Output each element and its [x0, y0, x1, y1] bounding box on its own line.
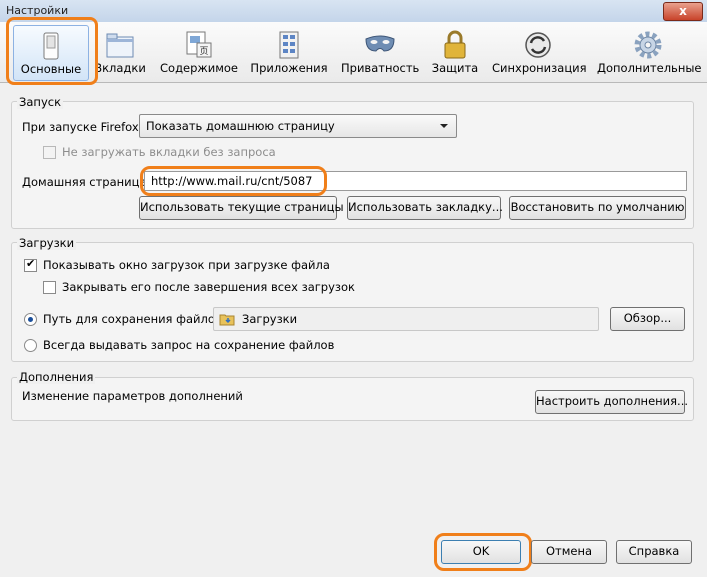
tab-security[interactable]: Защита: [431, 25, 479, 79]
tab-tabs[interactable]: Вкладки: [93, 25, 147, 79]
tab-label: Синхронизация: [492, 61, 587, 75]
tab-advanced[interactable]: Дополнительные: [597, 25, 702, 79]
save-path-radio[interactable]: [24, 313, 37, 326]
addons-group-label: Дополнения: [17, 370, 96, 384]
save-path-label: Путь для сохранения файлов: [43, 312, 222, 326]
tab-label: Дополнительные: [597, 61, 702, 75]
always-ask-label: Всегда выдавать запрос на сохранение фай…: [43, 338, 335, 352]
sync-icon: [525, 32, 551, 58]
use-bookmark-button[interactable]: Использовать закладку...: [347, 196, 503, 220]
tab-privacy[interactable]: Приватность: [341, 25, 419, 79]
tab-applications[interactable]: Приложения: [250, 25, 328, 79]
tab-label: Вкладки: [94, 61, 146, 75]
folder-icon: [219, 314, 235, 326]
chevron-down-icon: [440, 124, 448, 128]
applications-icon: [279, 31, 299, 59]
title-bar: Настройки x: [0, 0, 707, 23]
homepage-label: Домашняя страница:: [22, 175, 151, 189]
on-start-label: При запуске Firefox:: [22, 120, 143, 134]
on-start-select[interactable]: Показать домашнюю страницу: [139, 114, 457, 138]
show-download-window-label: Показывать окно загрузок при загрузке фа…: [43, 258, 330, 272]
browse-button[interactable]: Обзор...: [610, 307, 685, 331]
gear-icon: [634, 31, 662, 59]
tab-label: Приложения: [250, 61, 328, 75]
content-icon: 页: [186, 31, 212, 58]
close-button[interactable]: x: [663, 2, 703, 21]
highlight-homepage: [140, 166, 327, 196]
always-ask-radio[interactable]: [24, 339, 37, 352]
svg-text:页: 页: [199, 46, 208, 57]
cancel-button[interactable]: Отмена: [531, 540, 607, 564]
show-download-window-checkbox[interactable]: ✔: [24, 257, 37, 272]
preferences-toolbar: Основные Вкладки 页 Содержимое Приложения: [0, 22, 707, 83]
tab-content[interactable]: 页 Содержимое: [160, 25, 238, 79]
close-icon: x: [679, 4, 687, 18]
save-path-field: Загрузки: [213, 307, 599, 331]
addons-description: Изменение параметров дополнений: [22, 389, 243, 403]
close-after-downloads-checkbox[interactable]: [43, 281, 56, 294]
close-after-downloads-label: Закрывать его после завершения всех загр…: [62, 280, 355, 294]
radio-dot: [28, 317, 33, 322]
manage-addons-button[interactable]: Настроить дополнения...: [535, 390, 688, 414]
restore-default-button[interactable]: Восстановить по умолчанию: [509, 196, 686, 220]
mask-icon: [365, 35, 395, 52]
no-load-tabs-checkbox[interactable]: [43, 146, 56, 159]
tab-label: Содержимое: [160, 61, 239, 75]
no-load-tabs-label: Не загружать вкладки без запроса: [62, 145, 276, 159]
on-start-value: Показать домашнюю страницу: [146, 119, 335, 133]
lock-icon: [444, 30, 466, 59]
window-title: Настройки: [6, 4, 69, 17]
downloads-group-label: Загрузки: [17, 236, 77, 250]
help-button[interactable]: Справка: [616, 540, 692, 564]
highlight-tab-general: [6, 17, 98, 85]
checkmark-icon: ✔: [26, 257, 36, 270]
save-path-value: Загрузки: [242, 312, 298, 326]
startup-group-label: Запуск: [17, 95, 64, 109]
use-current-pages-button[interactable]: Использовать текущие страницы: [139, 196, 344, 220]
highlight-ok: [434, 533, 532, 571]
tab-label: Защита: [431, 61, 479, 75]
tabs-icon: [106, 33, 134, 58]
tab-sync[interactable]: Синхронизация: [492, 25, 587, 79]
tab-label: Приватность: [341, 61, 420, 75]
